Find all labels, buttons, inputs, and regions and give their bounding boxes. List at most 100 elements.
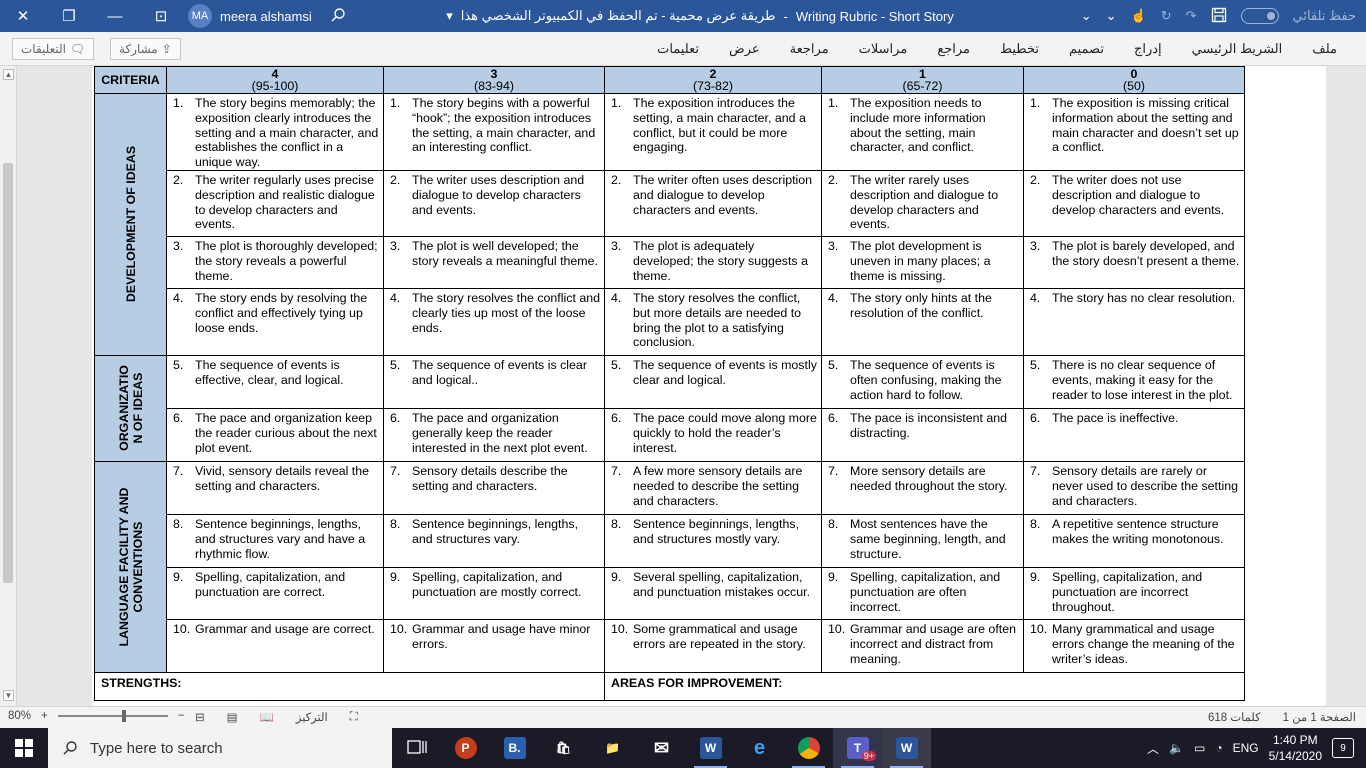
zoom-out-button[interactable]: − xyxy=(178,710,185,722)
notification-icon[interactable]: 9 xyxy=(1332,738,1354,758)
user-name[interactable]: meera alshamsi xyxy=(220,9,312,24)
rubric-cell[interactable]: 9. Spelling, capitalization, and punctuat… xyxy=(821,566,1024,620)
zoom-slider-thumb[interactable] xyxy=(121,710,126,722)
chevron-up-icon[interactable]: ︿ xyxy=(1147,740,1159,757)
chrome-icon[interactable] xyxy=(784,728,833,768)
scroll-down-icon[interactable]: ▼ xyxy=(3,690,14,701)
share-button[interactable]: مشاركة ⇪ xyxy=(110,38,181,60)
rubric-cell[interactable]: 1. The story begins memorably; the exposi… xyxy=(166,93,384,171)
rubric-cell[interactable]: 1. The exposition introduces the setting,… xyxy=(604,93,822,171)
comments-button[interactable]: التعليقات 🗨 xyxy=(12,38,95,60)
rubric-cell[interactable]: 7. More sensory details are needed throug… xyxy=(821,460,1024,515)
rubric-cell[interactable]: 3. The plot development is uneven in many… xyxy=(821,235,1024,289)
focus-icon[interactable]: ⛶ xyxy=(350,711,358,724)
powerpoint-icon[interactable]: P xyxy=(441,728,490,768)
search-icon[interactable] xyxy=(330,7,346,26)
tab-references[interactable]: مراجع xyxy=(922,41,985,57)
rubric-cell[interactable]: 9. Spelling, capitalization, and punctuat… xyxy=(383,566,605,620)
vertical-scrollbar[interactable]: ▲ ▼ xyxy=(0,66,17,706)
rubric-cell[interactable]: 7. A few more sensory details are needed … xyxy=(604,460,822,515)
redo-icon[interactable]: ↻ xyxy=(1161,8,1172,24)
strengths-cell[interactable]: STRENGTHS: xyxy=(94,671,605,701)
rubric-cell[interactable]: 8. A repetitive sentence structure makes … xyxy=(1023,513,1245,568)
tab-home[interactable]: الشريط الرئيسي xyxy=(1177,41,1298,57)
rubric-cell[interactable]: 10. Grammar and usage are often incorrect… xyxy=(821,618,1024,673)
tab-review[interactable]: مراجعة xyxy=(775,41,844,57)
rubric-cell[interactable]: 10. Grammar and usage have minor errors. xyxy=(383,618,605,673)
battery-icon[interactable]: ▭ xyxy=(1194,741,1205,755)
rubric-cell[interactable]: 8. Sentence beginnings, lengths, and stru… xyxy=(604,513,822,568)
word-active-icon[interactable]: W xyxy=(882,728,931,768)
rubric-cell[interactable]: 4. The story has no clear resolution. xyxy=(1023,287,1245,356)
tab-mailings[interactable]: مراسلات xyxy=(844,41,923,57)
restore-button[interactable]: ❐ xyxy=(46,0,92,32)
rubric-cell[interactable]: 10. Many grammatical and usage errors cha… xyxy=(1023,618,1245,673)
read-mode-icon[interactable]: 📖 xyxy=(260,710,274,724)
rubric-cell[interactable]: 9. Several spelling, capitalization, and … xyxy=(604,566,822,620)
web-layout-icon[interactable]: ⊟ xyxy=(195,710,205,724)
rubric-cell[interactable]: 6. The pace and organization generally ke… xyxy=(383,407,605,462)
network-icon[interactable]: ◔ xyxy=(1215,741,1222,755)
rubric-cell[interactable]: 6. The pace could move along more quickly… xyxy=(604,407,822,462)
avatar[interactable]: MA xyxy=(188,4,212,28)
rubric-cell[interactable]: 3. The plot is thoroughly developed; the … xyxy=(166,235,384,289)
task-view-icon[interactable] xyxy=(392,728,441,768)
start-button[interactable] xyxy=(0,728,48,768)
focus-label[interactable]: التركيز xyxy=(296,710,328,724)
rubric-cell[interactable]: 4. The story resolves the conflict and cl… xyxy=(383,287,605,356)
rubric-cell[interactable]: 6. The pace is ineffective. xyxy=(1023,407,1245,462)
rubric-cell[interactable]: 3. The plot is barely developed, and the … xyxy=(1023,235,1245,289)
b-app-icon[interactable]: B. xyxy=(490,728,539,768)
rubric-cell[interactable]: 4. The story resolves the conflict, but m… xyxy=(604,287,822,356)
volume-icon[interactable]: 🔈 xyxy=(1169,741,1184,755)
rubric-cell[interactable]: 3. The plot is adequately developed; the … xyxy=(604,235,822,289)
rubric-cell[interactable]: 5. The sequence of events is effective, c… xyxy=(166,354,384,409)
rubric-cell[interactable]: 5. The sequence of events is clear and lo… xyxy=(383,354,605,409)
rubric-cell[interactable]: 10. Some grammatical and usage errors are… xyxy=(604,618,822,673)
rubric-cell[interactable]: 2. The writer rarely uses description and… xyxy=(821,169,1024,237)
tab-view[interactable]: عرض xyxy=(714,41,775,57)
rubric-cell[interactable]: 2. The writer uses description and dialog… xyxy=(383,169,605,237)
tab-design[interactable]: تصميم xyxy=(1054,41,1119,57)
rubric-cell[interactable]: 1. The exposition needs to include more i… xyxy=(821,93,1024,171)
rubric-cell[interactable]: 7. Vivid, sensory details reveal the sett… xyxy=(166,460,384,515)
ribbon-display-options-button[interactable]: ⊡ xyxy=(138,0,184,32)
teams-icon[interactable]: T 9+ xyxy=(833,728,882,768)
page-info[interactable]: الصفحة 1 من 1 xyxy=(1283,710,1356,724)
tab-insert[interactable]: إدراج xyxy=(1119,41,1177,57)
tab-layout[interactable]: تخطيط xyxy=(985,41,1054,57)
improvement-cell[interactable]: AREAS FOR IMPROVEMENT: xyxy=(604,671,1245,701)
rubric-cell[interactable]: 7. Sensory details are rarely or never us… xyxy=(1023,460,1245,515)
close-button[interactable]: ✕ xyxy=(0,0,46,32)
zoom-in-button[interactable]: + xyxy=(41,710,48,722)
file-explorer-icon[interactable]: 📁 xyxy=(588,728,637,768)
zoom-level[interactable]: 80% xyxy=(8,710,31,722)
print-layout-icon[interactable]: ▤ xyxy=(227,710,238,724)
rubric-cell[interactable]: 8. Sentence beginnings, lengths, and stru… xyxy=(166,513,384,568)
rubric-cell[interactable]: 8. Most sentences have the same beginning… xyxy=(821,513,1024,568)
rubric-cell[interactable]: 2. The writer often uses description and … xyxy=(604,169,822,237)
more-dropdown-icon[interactable]: ⌄ xyxy=(1106,8,1117,24)
rubric-cell[interactable]: 3. The plot is well developed; the story … xyxy=(383,235,605,289)
rubric-cell[interactable]: 5. The sequence of events is mostly clear… xyxy=(604,354,822,409)
rubric-cell[interactable]: 2. The writer does not use description an… xyxy=(1023,169,1245,237)
zoom-slider[interactable] xyxy=(57,710,168,722)
rubric-cell[interactable]: 7. Sensory details describe the setting a… xyxy=(383,460,605,515)
rubric-cell[interactable]: 6. The pace and organization keep the rea… xyxy=(166,407,384,462)
document-page[interactable]: CRITERIA 4 (95-100) 3 (83-94) 2 (73-82) 1 (6… xyxy=(92,66,1326,706)
rubric-cell[interactable]: 1. The exposition is missing critical inf… xyxy=(1023,93,1245,171)
word-icon[interactable]: W xyxy=(686,728,735,768)
mail-icon[interactable]: ✉ xyxy=(637,728,686,768)
rubric-cell[interactable]: 5. There is no clear sequence of events, … xyxy=(1023,354,1245,409)
rubric-cell[interactable]: 10. Grammar and usage are correct. xyxy=(166,618,384,673)
touch-mode-icon[interactable]: ☝ xyxy=(1131,8,1147,24)
rubric-cell[interactable]: 8. Sentence beginnings, lengths, and stru… xyxy=(383,513,605,568)
store-icon[interactable]: 🛍 xyxy=(539,728,588,768)
autosave-toggle[interactable] xyxy=(1240,8,1279,24)
tab-help[interactable]: تعليمات xyxy=(642,41,714,57)
customize-toolbar-icon[interactable]: ⌄ xyxy=(1081,8,1092,24)
tab-file[interactable]: ملف xyxy=(1297,41,1352,57)
save-icon[interactable] xyxy=(1211,7,1227,26)
rubric-cell[interactable]: 4. The story ends by resolving the confli… xyxy=(166,287,384,356)
rubric-cell[interactable]: 9. Spelling, capitalization, and punctuat… xyxy=(166,566,384,620)
